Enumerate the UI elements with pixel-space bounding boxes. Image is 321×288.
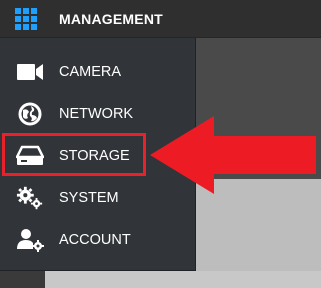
menu-item-label: NETWORK [59, 106, 134, 122]
menu-item-camera[interactable]: CAMERA [0, 52, 196, 92]
grid-icon[interactable] [15, 8, 37, 30]
background-bottom-right [45, 271, 321, 288]
gears-icon [16, 185, 44, 211]
user-gear-icon [16, 227, 44, 253]
management-menu-title[interactable]: MANAGEMENT [59, 11, 163, 27]
top-bar: MANAGEMENT [0, 0, 321, 38]
storage-drive-icon [16, 143, 44, 169]
menu-item-label: CAMERA [59, 64, 122, 80]
network-globe-icon [16, 101, 44, 127]
menu-item-account[interactable]: ACCOUNT [0, 220, 196, 260]
menu-item-label: STORAGE [59, 148, 130, 164]
menu-item-label: ACCOUNT [59, 232, 131, 248]
menu-item-label: SYSTEM [59, 190, 119, 206]
annotation-arrow-icon [150, 116, 316, 194]
background-bottom-left [0, 271, 45, 288]
camera-icon [16, 59, 44, 85]
